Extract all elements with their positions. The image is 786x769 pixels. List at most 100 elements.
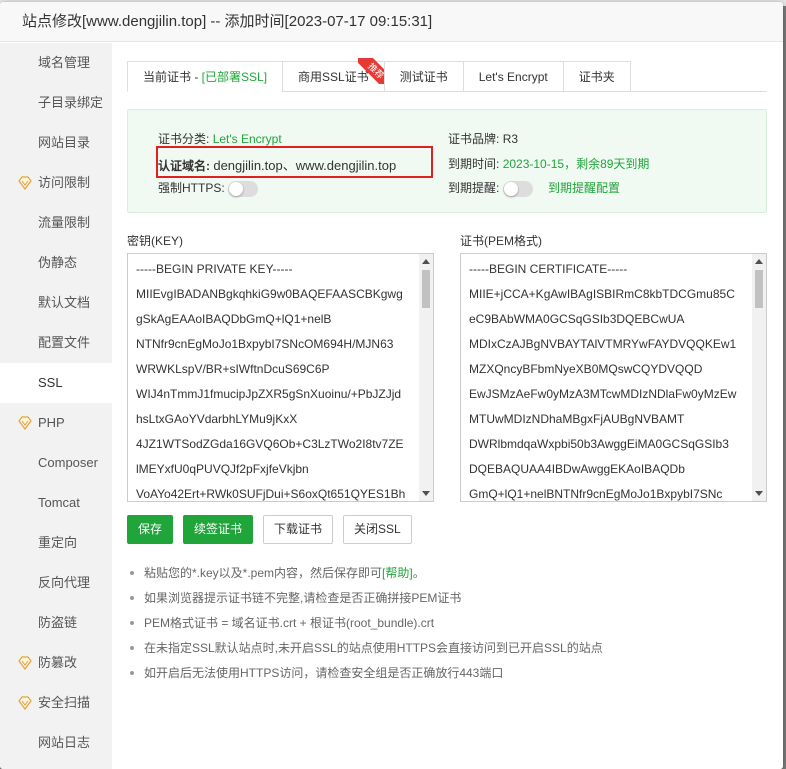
scroll-down-arrow-icon[interactable] xyxy=(755,491,763,496)
sidebar-item[interactable]: PHP xyxy=(0,403,112,443)
text-line: MDIxCzAJBgNVBAYTAlVTMRYwFAYDVQQKEw1 xyxy=(469,337,737,351)
expiry-reminder: 到期提醒: 到期提醒配置 xyxy=(448,179,620,197)
text-line: MIIE+jCCA+KgAwIBAgISBIRmC8kbTDCGmu85C xyxy=(469,287,735,301)
tab-letsencrypt[interactable]: Let's Encrypt xyxy=(462,61,564,92)
sidebar-item[interactable]: 网站目录 xyxy=(0,123,112,163)
site-edit-dialog: 站点修改[www.dengjilin.top] -- 添加时间[2023-07-… xyxy=(0,2,783,769)
cert-lines: -----BEGIN CERTIFICATE----- MIIE+jCCA+KgA… xyxy=(461,254,766,501)
sidebar-item-label: 访问限制 xyxy=(38,175,91,190)
sidebar-item-label: 子目录绑定 xyxy=(38,95,104,110)
vip-diamond-icon xyxy=(18,656,32,670)
sidebar: 域名管理子目录绑定网站目录访问限制流量限制伪静态默认文档配置文件 SSL PHP Co… xyxy=(0,43,112,769)
help-link[interactable]: [帮助] xyxy=(382,566,413,580)
tip-item: 在未指定SSL默认站点时,未开启SSL的站点使用HTTPS会直接访问到已开启SS… xyxy=(128,636,768,661)
cert-domain-value: dengjilin.top、www.dengjilin.top xyxy=(213,158,397,173)
cert-brand-value: R3 xyxy=(502,132,519,146)
text-line: GmQ+lQ1+nelBNTNfr9cnEgMoJo1BxpybI7SNc xyxy=(469,487,723,501)
sidebar-item[interactable]: 防篡改 xyxy=(0,643,112,683)
sidebar-item-label: 伪静态 xyxy=(38,255,78,270)
download-cert-button[interactable]: 下载证书 xyxy=(263,515,334,544)
tips-list: 粘贴您的*.key以及*.pem内容，然后保存即可[帮助]。 如果浏览器提示证书… xyxy=(128,561,768,686)
cert-scrollbar[interactable] xyxy=(752,254,766,501)
cert-type-value: Let's Encrypt xyxy=(212,132,282,146)
text-line: WRWKLspV/BR+sIWftnDcuS69C6P xyxy=(136,362,330,376)
sidebar-item[interactable]: Composer xyxy=(0,443,112,483)
text-line: hsLtxGAoYVdarbhLYMu9jKxX xyxy=(136,412,298,426)
sidebar-item[interactable]: 安全扫描 xyxy=(0,683,112,723)
text-line: MZXQncyBFbmNyeXB0MQswCQYDVQQD xyxy=(469,362,703,376)
key-label: 密钥(KEY) xyxy=(127,234,184,248)
sidebar-item-label: Composer xyxy=(38,455,98,470)
text-line: DQEBAQUAA4IBDwAwggEKAoIBAQDb xyxy=(469,462,685,476)
scroll-down-arrow-icon[interactable] xyxy=(422,491,430,496)
cert-expiry: 到期时间: 2023-10-15，剩余89天到期 xyxy=(448,155,649,172)
text-line: 4JZ1WTSodZGda16GVQ6Ob+C3LzTWo2I8tv7ZE xyxy=(136,437,404,451)
key-scrollbar[interactable] xyxy=(419,254,433,501)
cert-domain-label: 认证域名: xyxy=(158,159,210,173)
sidebar-item-label: 重定向 xyxy=(38,535,78,550)
scroll-up-arrow-icon[interactable] xyxy=(422,259,430,264)
expiry-reminder-config-link[interactable]: 到期提醒配置 xyxy=(548,181,620,195)
tip-end: 。 xyxy=(412,566,425,580)
key-lines: -----BEGIN PRIVATE KEY----- MIIEvgIBADANB… xyxy=(128,254,433,501)
scroll-up-arrow-icon[interactable] xyxy=(755,259,763,264)
force-https: 强制HTTPS: xyxy=(158,179,259,197)
cert-brand: 证书品牌: R3 xyxy=(448,130,518,147)
key-scroll-thumb[interactable] xyxy=(422,270,430,308)
cert-domain: 认证域名: dengjilin.top、www.dengjilin.top xyxy=(158,155,396,174)
cert-type-label: 证书分类: xyxy=(158,132,210,146)
text-line: EwJSMzAeFw0yMzA3MTcwMDIzNDlaFw0yMzEw xyxy=(469,387,737,401)
sidebar-item[interactable]: 访问限制 xyxy=(0,163,112,203)
text-line: MIIEvgIBADANBgkqhkiG9w0BAQEFAASCBKgwg xyxy=(136,287,403,301)
force-https-toggle[interactable] xyxy=(228,180,259,197)
cert-expiry-value: 2023-10-15，剩余89天到期 xyxy=(502,157,650,171)
sidebar-item-label: SSL xyxy=(38,375,63,390)
sidebar-item-label: Tomcat xyxy=(38,495,80,510)
text-line: DWRlbmdqaWxpbi50b3AwggEiMA0GCSqGSIb3 xyxy=(469,437,729,451)
sidebar-item[interactable]: SSL xyxy=(0,363,112,403)
expiry-reminder-label: 到期提醒: xyxy=(448,181,500,195)
ssl-panel: 当前证书 - [已部署SSL] 商用SSL证书 推荐 测试证书 Let's En… xyxy=(112,43,783,769)
text-line: -----BEGIN PRIVATE KEY----- xyxy=(136,262,293,276)
save-button[interactable]: 保存 xyxy=(127,515,174,544)
close-ssl-button[interactable]: 关闭SSL xyxy=(343,515,412,544)
ssl-tabs: 当前证书 - [已部署SSL] 商用SSL证书 推荐 测试证书 Let's En… xyxy=(127,58,767,92)
vip-diamond-icon xyxy=(18,416,32,430)
sidebar-item-label: 默认文档 xyxy=(38,295,91,310)
sidebar-item[interactable]: 默认文档 xyxy=(0,283,112,323)
sidebar-item-label: 流量限制 xyxy=(38,215,91,230)
sidebar-item[interactable]: 网站日志 xyxy=(0,723,112,763)
cert-brand-label: 证书品牌: xyxy=(448,132,500,146)
tip-text: 粘贴您的*.key以及*.pem内容，然后保存即可 xyxy=(144,566,383,580)
tab-test-cert[interactable]: 测试证书 xyxy=(383,61,464,92)
sidebar-item-label: 防盗链 xyxy=(38,615,78,630)
sidebar-item[interactable]: 重定向 xyxy=(0,523,112,563)
text-line: NTNfr9cnEgMoJo1BxpybI7SNcOM694H/MJN63 xyxy=(136,337,394,351)
sidebar-item[interactable]: 伪静态 xyxy=(0,243,112,283)
cert-scroll-thumb[interactable] xyxy=(755,270,763,308)
sidebar-item[interactable]: 子目录绑定 xyxy=(0,83,112,123)
tab-cert-folder[interactable]: 证书夹 xyxy=(562,61,631,92)
tab-current-cert-status: [已部署SSL] xyxy=(201,70,268,84)
sidebar-item[interactable]: Tomcat xyxy=(0,483,112,523)
text-line: VoAYo42Ert+RWk0SUFjDui+S6oxQt651QYES1Bh xyxy=(136,487,406,501)
sidebar-item[interactable]: 流量限制 xyxy=(0,203,112,243)
sidebar-item[interactable]: 配置文件 xyxy=(0,323,112,363)
text-line: gSkAgEAAoIBAQDbGmQ+lQ1+nelB xyxy=(136,312,332,326)
text-line: MTUwMDIzNDhaMBgxFjAUBgNVBAMT xyxy=(469,412,685,426)
expiry-reminder-toggle[interactable] xyxy=(502,180,533,197)
force-https-label: 强制HTTPS: xyxy=(158,181,225,195)
sidebar-item-label: 网站目录 xyxy=(38,135,91,150)
sidebar-item-label: PHP xyxy=(38,415,65,430)
cert-expiry-label: 到期时间: xyxy=(448,157,500,171)
sidebar-item-label: 反向代理 xyxy=(38,575,91,590)
sidebar-item[interactable]: 反向代理 xyxy=(0,563,112,603)
renew-cert-button[interactable]: 续签证书 xyxy=(183,515,254,544)
sidebar-item[interactable]: 域名管理 xyxy=(0,43,112,83)
sidebar-item[interactable]: 防盗链 xyxy=(0,603,112,643)
tab-current-cert[interactable]: 当前证书 - [已部署SSL] xyxy=(127,61,284,92)
sidebar-item-label: 域名管理 xyxy=(38,55,91,70)
key-textarea[interactable]: -----BEGIN PRIVATE KEY----- MIIEvgIBADANB… xyxy=(127,253,434,502)
tab-commercial-ssl[interactable]: 商用SSL证书 推荐 xyxy=(282,58,388,92)
cert-textarea[interactable]: -----BEGIN CERTIFICATE----- MIIE+jCCA+KgA… xyxy=(460,253,767,502)
